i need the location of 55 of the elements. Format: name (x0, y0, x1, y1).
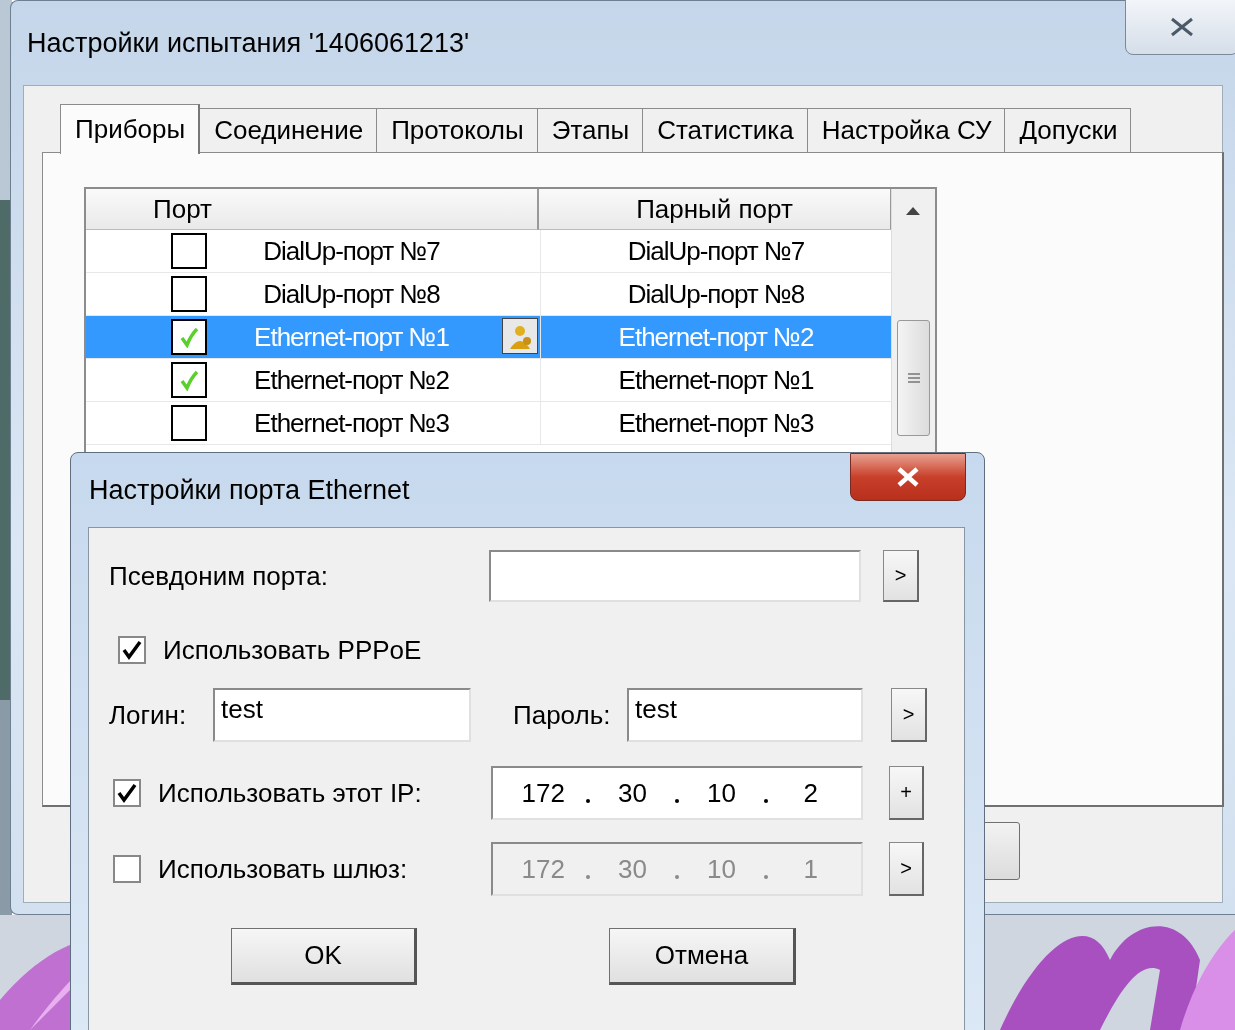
tab[interactable]: Протоколы (377, 108, 538, 152)
ok-button[interactable]: OK (231, 928, 417, 985)
field-label: Логин: (109, 699, 188, 731)
table-row[interactable]: Ethernet-порт №3 Ethernet-порт №3 (86, 402, 892, 445)
port-name: DialUp-порт №8 (262, 278, 441, 310)
paired-port: Ethernet-порт №1 (618, 364, 814, 396)
check-icon (178, 369, 200, 391)
ip-address-field[interactable]: 172 30 10 2 (491, 766, 863, 820)
tab[interactable]: Настройка СУ (807, 108, 1006, 152)
paired-port: Ethernet-порт №3 (618, 407, 814, 439)
checkbox[interactable] (118, 636, 146, 664)
cancel-button[interactable]: Отмена (609, 928, 796, 985)
checkbox[interactable] (171, 405, 207, 441)
checkbox-label: Использовать PPPoE (163, 634, 422, 666)
close-button[interactable] (850, 453, 966, 501)
close-icon (1168, 16, 1196, 38)
scroll-up-icon (906, 207, 920, 215)
paired-port: DialUp-порт №8 (627, 278, 805, 310)
port-name: Ethernet-порт №1 (253, 321, 450, 353)
port-name: DialUp-порт №7 (262, 235, 441, 267)
tab[interactable]: Приборы (60, 104, 201, 154)
table-row[interactable]: DialUp-порт №7 DialUp-порт №7 (86, 230, 892, 273)
input-field[interactable] (489, 550, 861, 602)
tab[interactable]: Допуски (1005, 108, 1132, 152)
close-button[interactable] (1125, 0, 1235, 55)
input-field[interactable]: test (627, 688, 863, 742)
field-label: Псевдоним порта: (109, 560, 329, 592)
column-header[interactable]: Парный порт (539, 189, 892, 230)
tab[interactable]: Соединение (200, 108, 378, 152)
scroll-thumb[interactable] (897, 320, 930, 436)
tab[interactable]: Статистика (643, 108, 808, 152)
dialog-title: Настройки порта Ethernet (89, 474, 410, 506)
window-title: Настройки испытания '1406061213' (27, 27, 470, 59)
field-label: Пароль: (513, 699, 612, 731)
more-button[interactable]: > (883, 550, 919, 602)
port-name: Ethernet-порт №2 (253, 364, 450, 396)
close-icon (895, 467, 921, 487)
checkbox[interactable] (171, 362, 207, 398)
more-button[interactable]: > (891, 688, 927, 742)
port-name: Ethernet-порт №3 (253, 407, 450, 439)
checkbox-label: Использовать шлюз: (158, 853, 408, 885)
paired-port: DialUp-порт №7 (627, 235, 805, 267)
table-row[interactable]: Ethernet-порт №2 Ethernet-порт №1 (86, 359, 892, 402)
checkbox[interactable] (171, 276, 207, 312)
input-field[interactable]: test (213, 688, 471, 742)
tab[interactable]: Этапы (537, 108, 644, 152)
more-button[interactable]: + (889, 766, 924, 820)
settings-button[interactable] (502, 318, 538, 354)
checkbox[interactable] (113, 779, 141, 807)
checkbox[interactable] (171, 233, 207, 269)
check-icon (178, 326, 200, 348)
checkbox-label: Использовать этот IP: (158, 777, 422, 809)
column-header[interactable]: Порт (86, 189, 539, 230)
paired-port: Ethernet-порт №2 (618, 321, 814, 353)
checkbox[interactable] (171, 319, 207, 355)
